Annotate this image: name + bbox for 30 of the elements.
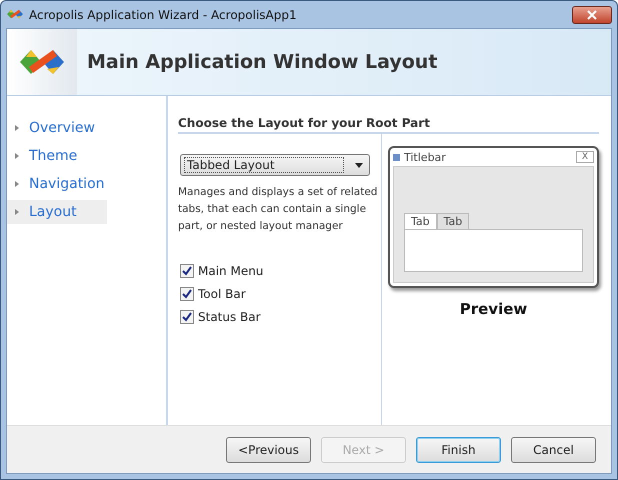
preview-close: X — [576, 151, 594, 163]
option-checkbox[interactable]: Status Bar — [180, 305, 381, 328]
checkbox[interactable] — [180, 310, 194, 324]
caret-icon — [15, 153, 19, 159]
caret-icon — [355, 162, 363, 168]
wizard-button[interactable]: Finish — [416, 436, 501, 462]
section-title: Choose the Layout for your Root Part — [178, 116, 599, 134]
option-checkbox[interactable]: Main Menu — [180, 259, 381, 282]
window-title: Acropolis Application Wizard - AcropolisApp1 — [29, 8, 298, 22]
preview-title: Titlebar — [404, 150, 446, 164]
caret-icon — [15, 125, 19, 131]
wizard-button[interactable]: <Previous — [226, 436, 311, 462]
wizard-button[interactable]: Cancel — [511, 436, 596, 462]
sidebar-item[interactable]: Layout — [7, 200, 107, 224]
option-checkbox[interactable]: Tool Bar — [180, 282, 381, 305]
sidebar-item[interactable]: Theme — [7, 144, 107, 168]
caret-icon — [15, 209, 19, 215]
caret-icon — [15, 181, 19, 187]
preview-caption: Preview — [460, 300, 528, 318]
layout-description: Manages and displays a set of related tabs, that each can contain a single part, or nested layout manager — [178, 185, 378, 234]
checkbox[interactable] — [180, 264, 194, 278]
sidebar-item[interactable]: Navigation — [7, 172, 107, 196]
logo-icon — [6, 8, 24, 21]
sidebar-item[interactable]: Overview — [7, 116, 107, 140]
checkbox[interactable] — [180, 286, 194, 300]
layout-dropdown[interactable]: Tabbed Layout — [180, 154, 370, 176]
window-icon — [393, 154, 400, 160]
close-icon — [586, 10, 598, 20]
close-button[interactable] — [572, 6, 612, 24]
page-title: Main Application Window Layout — [87, 51, 438, 73]
